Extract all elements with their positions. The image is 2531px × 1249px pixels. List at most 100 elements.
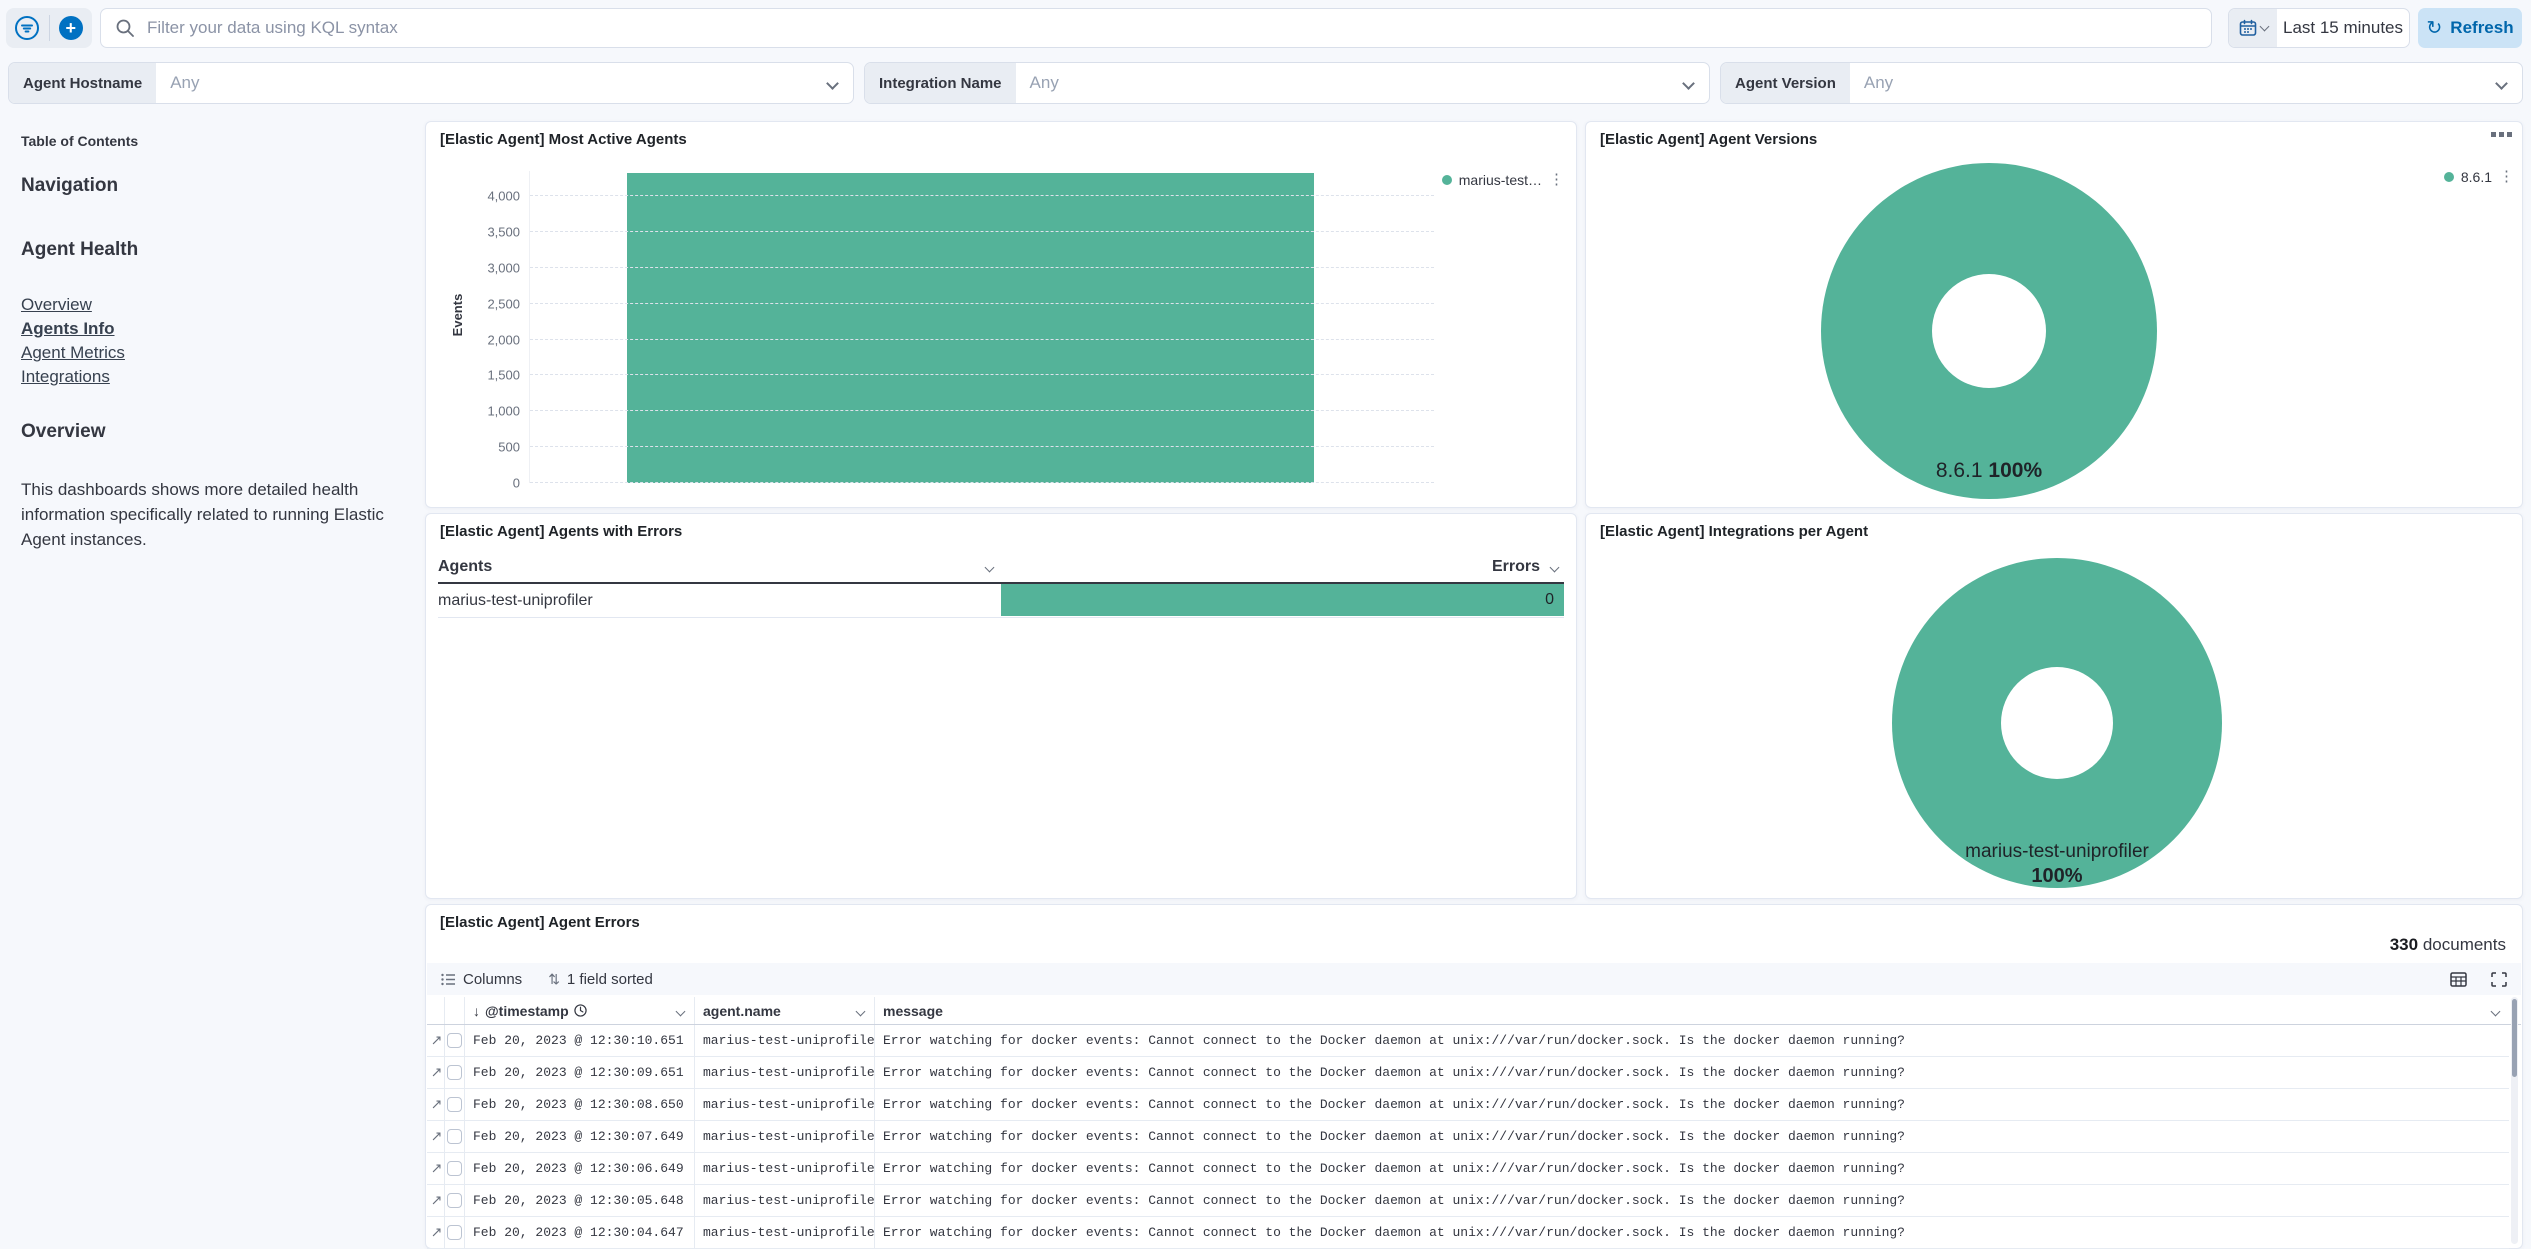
chevron-down-icon[interactable] — [676, 1007, 686, 1017]
y-axis-tick: 3,500 — [487, 224, 520, 239]
filter-value-dropdown[interactable]: Any — [1016, 63, 1684, 103]
table-row[interactable]: Feb 20, 2023 @ 12:30:05.648marius-test-u… — [427, 1185, 2509, 1217]
table-row[interactable]: marius-test-uniprofiler 0 — [438, 584, 1564, 618]
gridline: 4,000 — [530, 195, 1434, 196]
filter-circle-icon — [14, 15, 40, 41]
chevron-down-icon — [2259, 22, 2269, 32]
quick-select-button[interactable] — [2229, 9, 2277, 47]
refresh-label: Refresh — [2450, 18, 2513, 38]
expand-document-button[interactable] — [427, 1025, 445, 1056]
table-of-contents-panel: Table of Contents Navigation Agent Healt… — [5, 121, 417, 564]
grid-scrollbar[interactable] — [2511, 997, 2518, 1244]
filter-value-dropdown[interactable]: Any — [1850, 63, 2497, 103]
filter-control-integration-name: Integration Name Any — [864, 62, 1710, 104]
row-checkbox[interactable] — [447, 1225, 462, 1240]
chevron-down-icon[interactable] — [2491, 1007, 2501, 1017]
chevron-down-icon[interactable] — [985, 563, 995, 573]
chart-legend[interactable]: 8.6.1 — [2444, 169, 2492, 185]
column-header-message[interactable]: message — [875, 997, 2507, 1024]
row-checkbox[interactable] — [447, 1129, 462, 1144]
expand-icon — [431, 1195, 442, 1206]
time-range-picker[interactable]: Last 15 minutes — [2228, 8, 2410, 48]
expand-document-button[interactable] — [427, 1121, 445, 1152]
expand-document-button[interactable] — [427, 1217, 445, 1248]
table-row[interactable]: Feb 20, 2023 @ 12:30:04.647marius-test-u… — [427, 1217, 2509, 1249]
gridline: 2,500 — [530, 303, 1434, 304]
filter-label: Integration Name — [865, 63, 1016, 103]
toc-section-heading: Agent Health — [21, 239, 401, 261]
filter-value-dropdown[interactable]: Any — [156, 63, 828, 103]
panel-agents-with-errors: [Elastic Agent] Agents with Errors Agent… — [425, 513, 1577, 899]
agent-name-cell: marius-test-uniprofiler — [695, 1089, 875, 1120]
filter-menu-button[interactable] — [6, 15, 49, 41]
plus-circle-icon: + — [59, 16, 83, 40]
message-cell: Error watching for docker events: Cannot… — [875, 1153, 2495, 1184]
message-cell: Error watching for docker events: Cannot… — [875, 1089, 2495, 1120]
y-axis-tick: 1,000 — [487, 404, 520, 419]
table-row[interactable]: Feb 20, 2023 @ 12:30:07.649marius-test-u… — [427, 1121, 2509, 1153]
legend-dot — [1442, 175, 1452, 185]
chevron-down-icon — [2495, 77, 2508, 90]
chart-legend[interactable]: marius-test… — [1442, 172, 1542, 188]
donut-slice-8-6-1[interactable] — [1821, 163, 2157, 499]
legend-actions-icon[interactable]: ⋮ — [1549, 172, 1564, 187]
message-cell: Error watching for docker events: Cannot… — [875, 1185, 2495, 1216]
time-range-value[interactable]: Last 15 minutes — [2277, 9, 2409, 47]
display-options-button[interactable] — [2450, 972, 2467, 987]
sort-fields-button[interactable]: ⇅ 1 field sorted — [548, 971, 653, 988]
table-row[interactable]: Feb 20, 2023 @ 12:30:06.649marius-test-u… — [427, 1153, 2509, 1185]
refresh-button[interactable]: ↻ Refresh — [2418, 8, 2522, 48]
donut-slice-marius-test-uniprofiler[interactable] — [1892, 558, 2222, 888]
message-cell: Error watching for docker events: Cannot… — [875, 1025, 2495, 1056]
table-row[interactable]: Feb 20, 2023 @ 12:30:08.650marius-test-u… — [427, 1089, 2509, 1121]
column-header-agent-name[interactable]: agent.name — [695, 997, 875, 1024]
scrollbar-thumb[interactable] — [2512, 999, 2517, 1077]
gridline: 3,000 — [530, 267, 1434, 268]
donut-hole — [2001, 667, 2113, 779]
timestamp-cell: Feb 20, 2023 @ 12:30:10.651 — [465, 1025, 695, 1056]
toc-link-overview[interactable]: Overview — [21, 293, 401, 317]
table-row[interactable]: Feb 20, 2023 @ 12:30:09.651marius-test-u… — [427, 1057, 2509, 1089]
bar-marius-test-uniprofiler[interactable] — [627, 173, 1314, 483]
select-document-cell — [445, 1057, 465, 1088]
expand-document-button[interactable] — [427, 1089, 445, 1120]
column-header-timestamp[interactable]: ↓ @timestamp — [465, 997, 695, 1024]
legend-actions-icon[interactable]: ⋮ — [2499, 169, 2514, 184]
column-header-errors[interactable]: Errors — [1492, 558, 1540, 576]
gridline: 0 — [530, 482, 1434, 483]
toc-link-integrations[interactable]: Integrations — [21, 365, 401, 389]
expand-document-button[interactable] — [427, 1057, 445, 1088]
legend-label: 8.6.1 — [2461, 169, 2492, 185]
errors-value: 0 — [1545, 591, 1554, 609]
expand-document-button[interactable] — [427, 1185, 445, 1216]
row-checkbox[interactable] — [447, 1193, 462, 1208]
columns-button-label: Columns — [463, 971, 522, 988]
donut-label-text: 8.6.1 — [1936, 459, 1983, 482]
toc-link-agents-info[interactable]: Agents Info — [21, 317, 401, 341]
timestamp-cell: Feb 20, 2023 @ 12:30:05.648 — [465, 1185, 695, 1216]
table-row[interactable]: Feb 20, 2023 @ 12:30:10.651marius-test-u… — [427, 1025, 2509, 1057]
panel-integrations-per-agent: [Elastic Agent] Integrations per Agent m… — [1585, 513, 2523, 899]
chevron-down-icon[interactable] — [1550, 563, 1560, 573]
gridline: 3,500 — [530, 231, 1434, 232]
column-header-agents[interactable]: Agents — [438, 558, 492, 576]
columns-button[interactable]: Columns — [441, 971, 522, 988]
panel-options-icon[interactable] — [2491, 132, 2512, 137]
toc-overview-heading: Overview — [21, 421, 401, 443]
sort-desc-icon: ↓ — [473, 1003, 480, 1019]
kql-search-input[interactable]: Filter your data using KQL syntax — [100, 8, 2212, 48]
toc-link-agent-metrics[interactable]: Agent Metrics — [21, 341, 401, 365]
add-filter-button[interactable]: + — [50, 16, 93, 40]
expand-document-button[interactable] — [427, 1153, 445, 1184]
chevron-down-icon[interactable] — [856, 1007, 866, 1017]
y-axis-tick: 2,500 — [487, 296, 520, 311]
panel-agent-versions: [Elastic Agent] Agent Versions 8.6.1 100… — [1585, 121, 2523, 508]
row-checkbox[interactable] — [447, 1033, 462, 1048]
expand-icon — [431, 1131, 442, 1142]
row-checkbox[interactable] — [447, 1161, 462, 1176]
select-document-cell — [445, 1025, 465, 1056]
row-checkbox[interactable] — [447, 1065, 462, 1080]
fullscreen-button[interactable] — [2491, 972, 2507, 987]
row-checkbox[interactable] — [447, 1097, 462, 1112]
chevron-down-icon — [826, 77, 839, 90]
